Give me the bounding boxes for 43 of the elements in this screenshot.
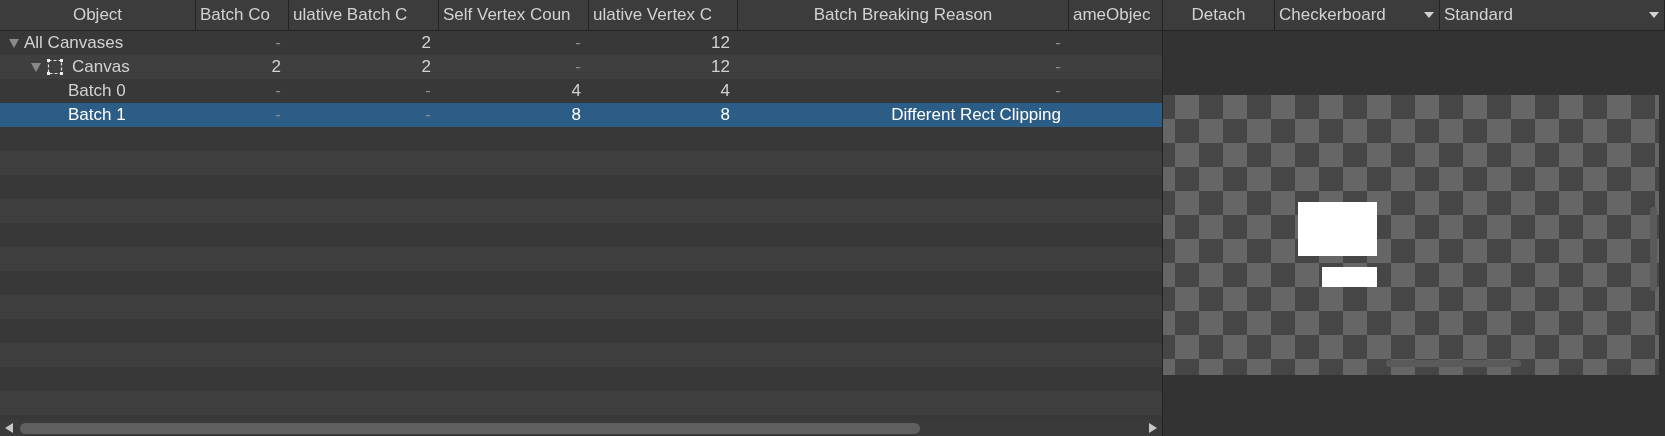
column-header[interactable]: ulative Batch C [289,0,439,30]
table-cell-text: 2 [271,56,281,79]
expand-arrow-icon[interactable] [30,61,42,73]
table-cell-text: - [425,104,431,127]
scroll-right-arrow-icon[interactable] [1148,422,1158,434]
table-cell-text: 2 [421,32,431,55]
table-cell-text: 4 [571,80,581,103]
table-cell-text: - [275,32,281,55]
table-cell-text: Different Rect Clipping [891,104,1061,127]
table-cell-text: 4 [720,80,730,103]
table-cell-text: - [575,56,581,79]
tree-row[interactable]: Canvas 2 2 - 12 - [0,55,1162,79]
scrollbar-thumb[interactable] [20,422,920,434]
column-header[interactable]: ulative Vertex C [589,0,738,30]
row-label: Canvas [72,56,130,79]
table-cell-text: - [1055,80,1061,103]
table-cell-text: 8 [720,104,730,127]
row-label: All Canvases [24,32,124,55]
table-cell-text: - [275,80,281,103]
row-label: Batch 0 [68,80,126,103]
scroll-left-arrow-icon[interactable] [4,422,14,434]
dropdown[interactable]: Checkerboard [1275,0,1440,30]
table-cell-text: 2 [421,56,431,79]
column-header[interactable]: Self Vertex Coun [439,0,589,30]
dropdown-arrow-icon [1423,11,1435,19]
dropdown[interactable]: Standard [1440,0,1665,30]
column-header[interactable]: Batch Breaking Reason [738,0,1069,30]
table-cell-text: 12 [711,56,730,79]
rect-transform-icon [46,58,64,76]
column-header[interactable]: Object [0,0,196,30]
expand-arrow-icon[interactable] [8,37,20,49]
table-cell-text: - [1055,32,1061,55]
table-cell-text: 8 [571,104,581,127]
row-label: Batch 1 [68,104,126,127]
column-header[interactable]: Batch Co [196,0,289,30]
table-cell-text: - [1055,56,1061,79]
table-cell-text: 12 [711,32,730,55]
dropdown-arrow-icon [1648,11,1660,19]
table-cell-text: - [575,32,581,55]
table-cell-text: - [275,104,281,127]
table-cell-text: - [425,80,431,103]
detach-button[interactable]: Detach [1163,0,1275,30]
tree-row[interactable]: Batch 1 - - 8 8 Different Rect Clipping [0,103,1162,127]
